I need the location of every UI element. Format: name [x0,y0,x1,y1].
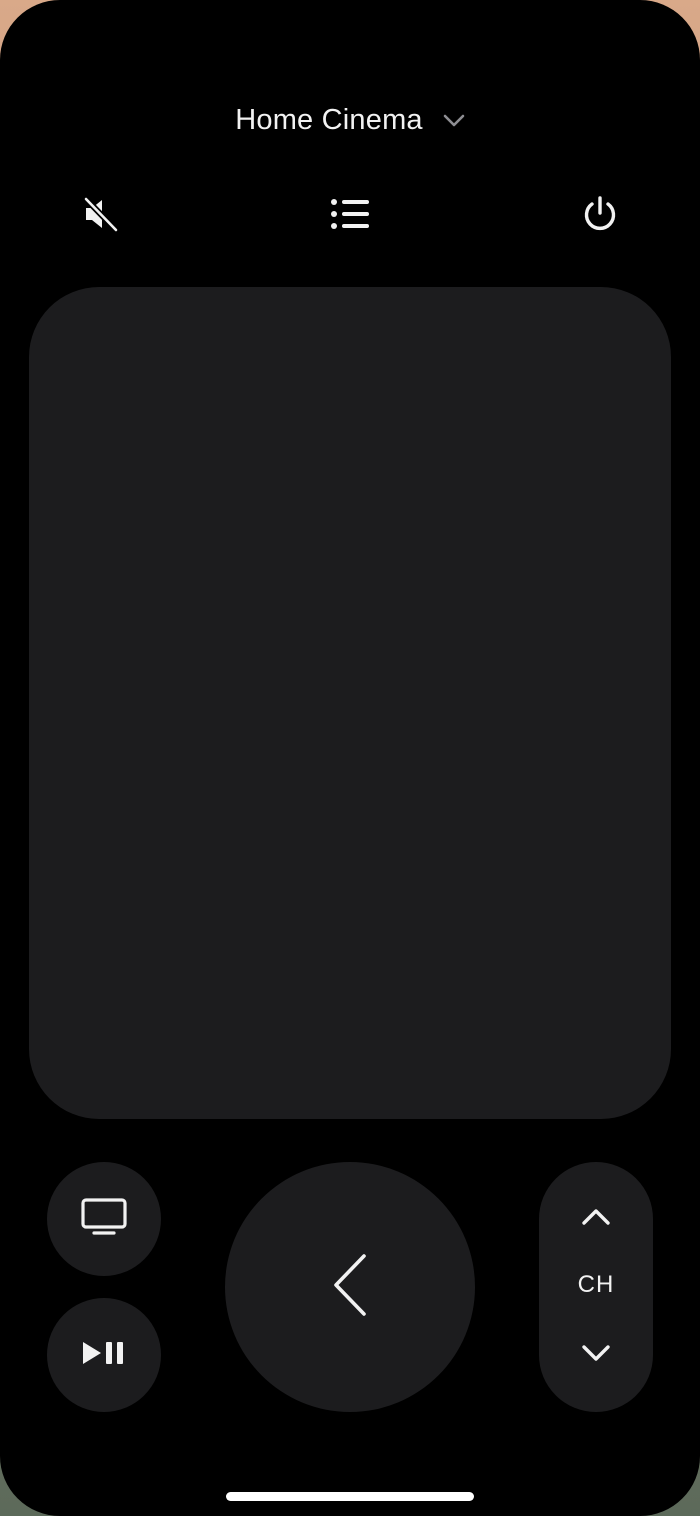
back-button[interactable] [225,1162,475,1412]
chevron-down-icon [581,1344,611,1367]
chevron-down-icon [443,114,465,128]
chevron-up-icon [581,1208,611,1231]
list-icon [329,196,371,232]
home-indicator[interactable] [226,1492,474,1501]
channel-rocker: CH [539,1162,653,1412]
device-picker[interactable]: Home Cinema [0,104,700,137]
speaker-mute-icon [80,194,120,234]
remote-sheet: Home Cinema CH [0,0,700,1516]
play-pause-icon [81,1340,127,1371]
play-pause-button[interactable] [47,1298,161,1412]
touch-surface[interactable] [29,287,671,1119]
channel-up-button[interactable] [539,1184,653,1254]
tv-icon [80,1197,128,1242]
device-name: Home Cinema [235,104,423,136]
channel-label: CH [577,1271,615,1298]
mute-button[interactable] [76,190,124,238]
power-icon [580,194,620,234]
chevron-left-icon [330,1253,370,1322]
tv-button[interactable] [47,1162,161,1276]
channel-down-button[interactable] [539,1320,653,1390]
guide-button[interactable] [326,190,374,238]
power-button[interactable] [576,190,624,238]
